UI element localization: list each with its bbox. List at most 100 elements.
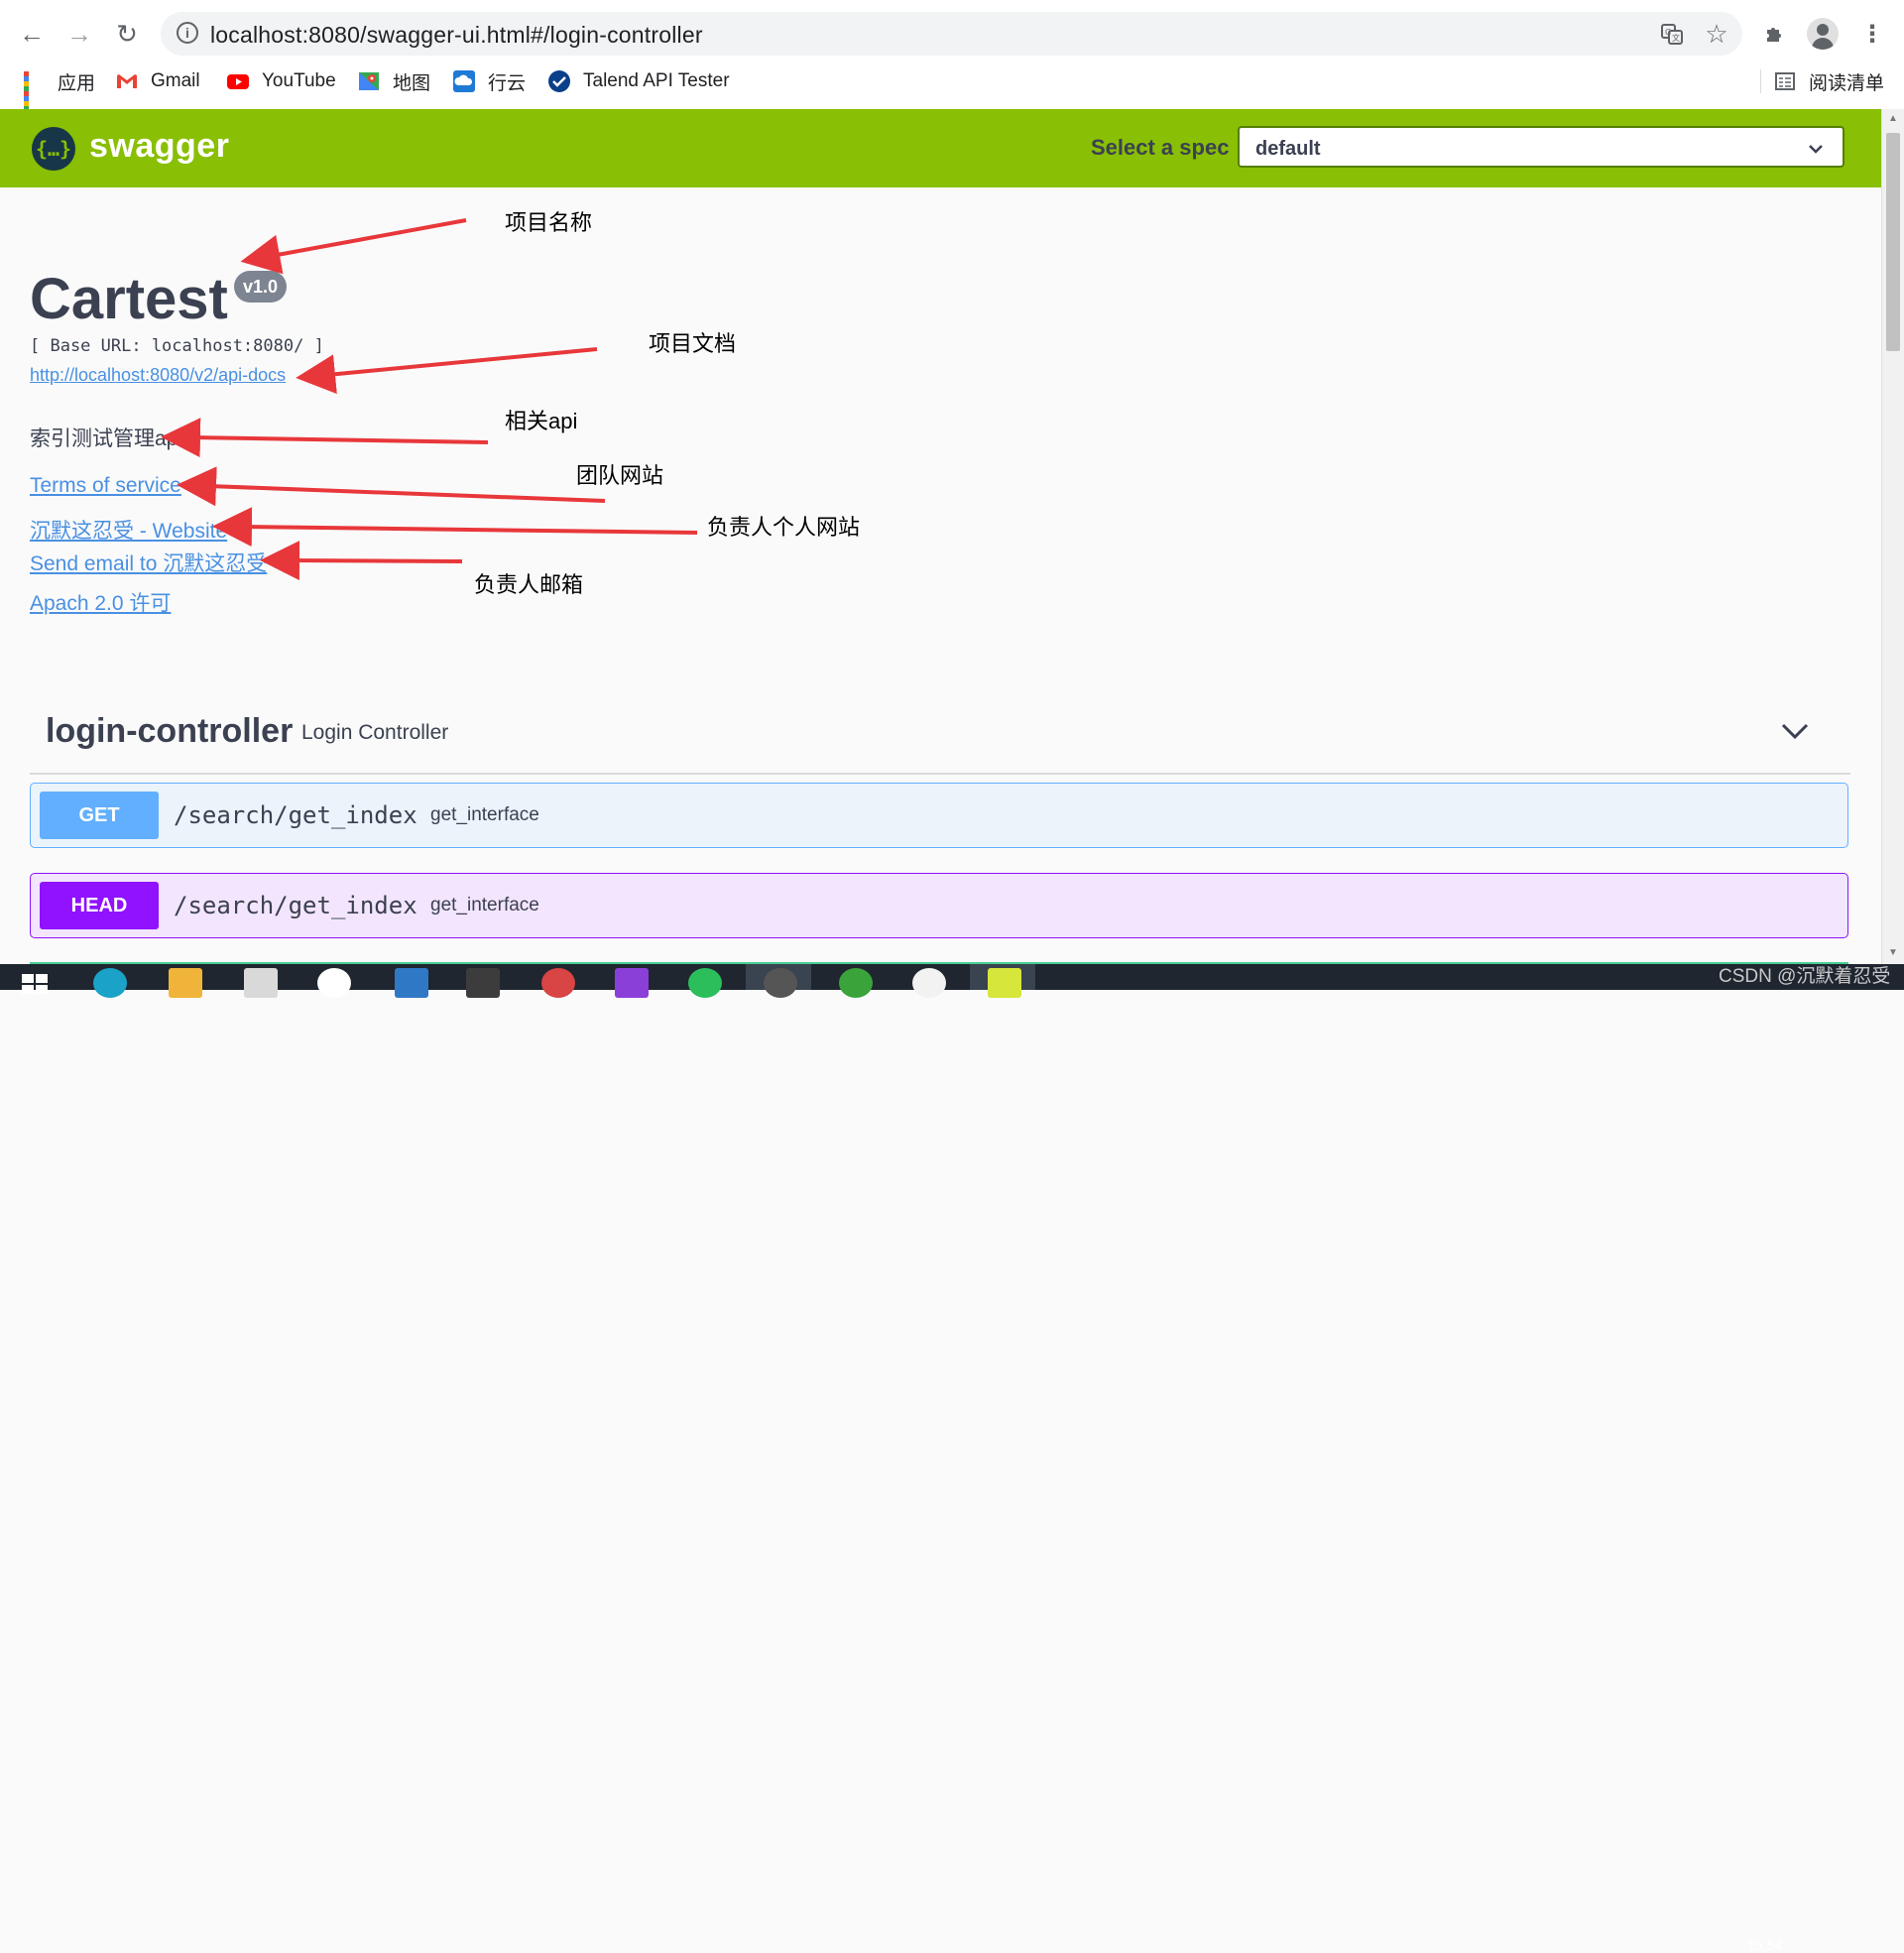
terminal-icon[interactable] (466, 968, 500, 998)
os-taskbar: 15:54 (0, 964, 1904, 1953)
edge-icon[interactable] (93, 968, 127, 998)
bookmark-apps[interactable]: 应用 (22, 67, 96, 116)
info-icon[interactable]: i (177, 22, 198, 44)
windows-start-icon[interactable] (22, 972, 48, 998)
arrow-owner-site (212, 507, 698, 548)
operation-summary: get_interface (430, 895, 539, 915)
translate-icon[interactable]: G文 (1658, 20, 1686, 48)
wechat-icon[interactable] (688, 968, 722, 998)
bookmark-label: 行云 (488, 72, 527, 94)
version-badge: v1.0 (234, 271, 288, 303)
bookmark-separator (1760, 69, 1761, 93)
controller-name[interactable]: login-controller (46, 712, 293, 751)
license-link[interactable]: Apach 2.0 许可 (30, 587, 171, 617)
bookmark-label: 地图 (393, 72, 431, 94)
chrome-icon[interactable] (912, 968, 946, 998)
operation-head-search-index[interactable]: HEAD /search/get_index get_interface (30, 873, 1848, 938)
arrow-related-api (161, 418, 489, 458)
controller-description: Login Controller (301, 721, 449, 744)
spec-select-value: default (1255, 138, 1321, 160)
file-explorer-icon[interactable] (169, 968, 202, 998)
forward-arrow-icon: → (66, 18, 92, 49)
method-badge: GET (40, 792, 159, 839)
page-scrollbar[interactable]: ▲ ▼ (1881, 109, 1904, 964)
terms-of-service-link[interactable]: Terms of service (30, 474, 181, 498)
arrow-project-doc (296, 347, 598, 395)
apps-grid-icon (22, 69, 46, 116)
spec-select-label: Select a spec (1091, 135, 1230, 160)
reload-button[interactable]: ↻ (107, 14, 147, 54)
note-team-site: 团队网站 (576, 463, 664, 488)
chevron-down-icon (1807, 134, 1825, 170)
forward-button[interactable]: → (60, 14, 99, 54)
back-button[interactable]: ← (12, 14, 52, 54)
spec-select[interactable]: default (1238, 126, 1844, 168)
scroll-down-icon[interactable]: ▼ (1886, 947, 1900, 958)
talend-icon (547, 69, 571, 93)
note-owner-email: 负责人邮箱 (474, 572, 584, 597)
bookmarks-bar: 应用 Gmail YouTube 地图 行云 Talend API Tester… (0, 63, 1904, 116)
back-arrow-icon: ← (19, 18, 45, 49)
bookmark-label: 应用 (58, 72, 96, 94)
reading-list[interactable]: 阅读清单 (1773, 67, 1884, 95)
mail-icon[interactable] (317, 968, 351, 998)
cloud-icon (452, 69, 476, 93)
reading-list-label: 阅读清单 (1808, 72, 1884, 94)
note-project-doc: 项目文档 (649, 331, 737, 356)
operation-path: /search/get_index (174, 892, 417, 919)
swagger-logo-icon[interactable]: {…} (32, 127, 75, 171)
bookmark-youtube[interactable]: YouTube (226, 67, 336, 95)
controller-divider (30, 773, 1850, 775)
intellij-icon[interactable] (615, 968, 649, 998)
controller-expand-button[interactable] (1775, 711, 1815, 751)
app-green-icon[interactable] (839, 968, 873, 998)
swagger-brand[interactable]: swagger (89, 127, 229, 166)
bookmark-label: Gmail (151, 70, 200, 91)
note-related-api: 相关api (505, 409, 578, 433)
browser-toolbar: ← → ↻ i localhost:8080/swagger-ui.html#/… (0, 0, 1904, 116)
address-url[interactable]: localhost:8080/swagger-ui.html#/login-co… (210, 22, 703, 49)
address-bar[interactable]: i localhost:8080/swagger-ui.html#/login-… (161, 12, 1742, 56)
note-project-name: 项目名称 (505, 210, 593, 235)
app-red-icon[interactable] (541, 968, 575, 998)
store-icon[interactable] (244, 968, 278, 998)
api-description: 索引测试管理api (30, 427, 183, 450)
puzzle-icon[interactable] (1755, 14, 1795, 54)
vscode-icon[interactable] (395, 968, 428, 998)
swagger-topbar: {…} swagger Select a spec default (0, 109, 1881, 187)
svg-text:G: G (1665, 28, 1671, 37)
bookmark-xingyun[interactable]: 行云 (452, 67, 526, 95)
csdn-watermark: CSDN @沉默着忍受 (1719, 966, 1891, 987)
kebab-menu-icon[interactable]: ⋮ (1852, 14, 1892, 54)
operation-summary: get_interface (430, 804, 539, 825)
operation-get-search-index[interactable]: GET /search/get_index get_interface (30, 783, 1848, 848)
reading-list-icon (1774, 72, 1795, 90)
scroll-up-icon[interactable]: ▲ (1886, 113, 1900, 124)
bookmark-talend[interactable]: Talend API Tester (547, 67, 730, 95)
bookmark-maps[interactable]: 地图 (357, 67, 430, 95)
pycharm-icon[interactable] (988, 968, 1021, 998)
scrollbar-thumb[interactable] (1886, 133, 1900, 351)
contact-email-link[interactable]: Send email to 沉默这忍受 (30, 548, 267, 577)
bookmark-label: Talend API Tester (583, 70, 730, 91)
operation-path: /search/get_index (174, 801, 417, 829)
taskbar-clock[interactable]: 15:54 (1747, 1937, 1782, 1953)
api-title: Cartest (30, 267, 228, 331)
gmail-icon (115, 69, 139, 93)
api-docs-link[interactable]: http://localhost:8080/v2/api-docs (30, 365, 286, 386)
maps-icon (357, 69, 381, 93)
arrow-project-name (240, 218, 467, 275)
profile-avatar[interactable] (1807, 18, 1839, 50)
svg-text:文: 文 (1672, 33, 1680, 43)
method-badge: HEAD (40, 882, 159, 929)
contact-website-link[interactable]: 沉默这忍受 - Website (30, 515, 227, 545)
star-icon[interactable]: ☆ (1703, 19, 1730, 49)
arrow-owner-email (260, 541, 463, 581)
reload-icon: ↻ (116, 18, 138, 49)
app-dark-icon[interactable] (764, 968, 797, 998)
note-owner-site: 负责人个人网站 (707, 515, 861, 540)
base-url: [ Base URL: localhost:8080/ ] (30, 336, 324, 356)
bookmark-gmail[interactable]: Gmail (115, 67, 200, 95)
chevron-down-icon (1781, 723, 1809, 740)
youtube-icon (226, 69, 250, 93)
